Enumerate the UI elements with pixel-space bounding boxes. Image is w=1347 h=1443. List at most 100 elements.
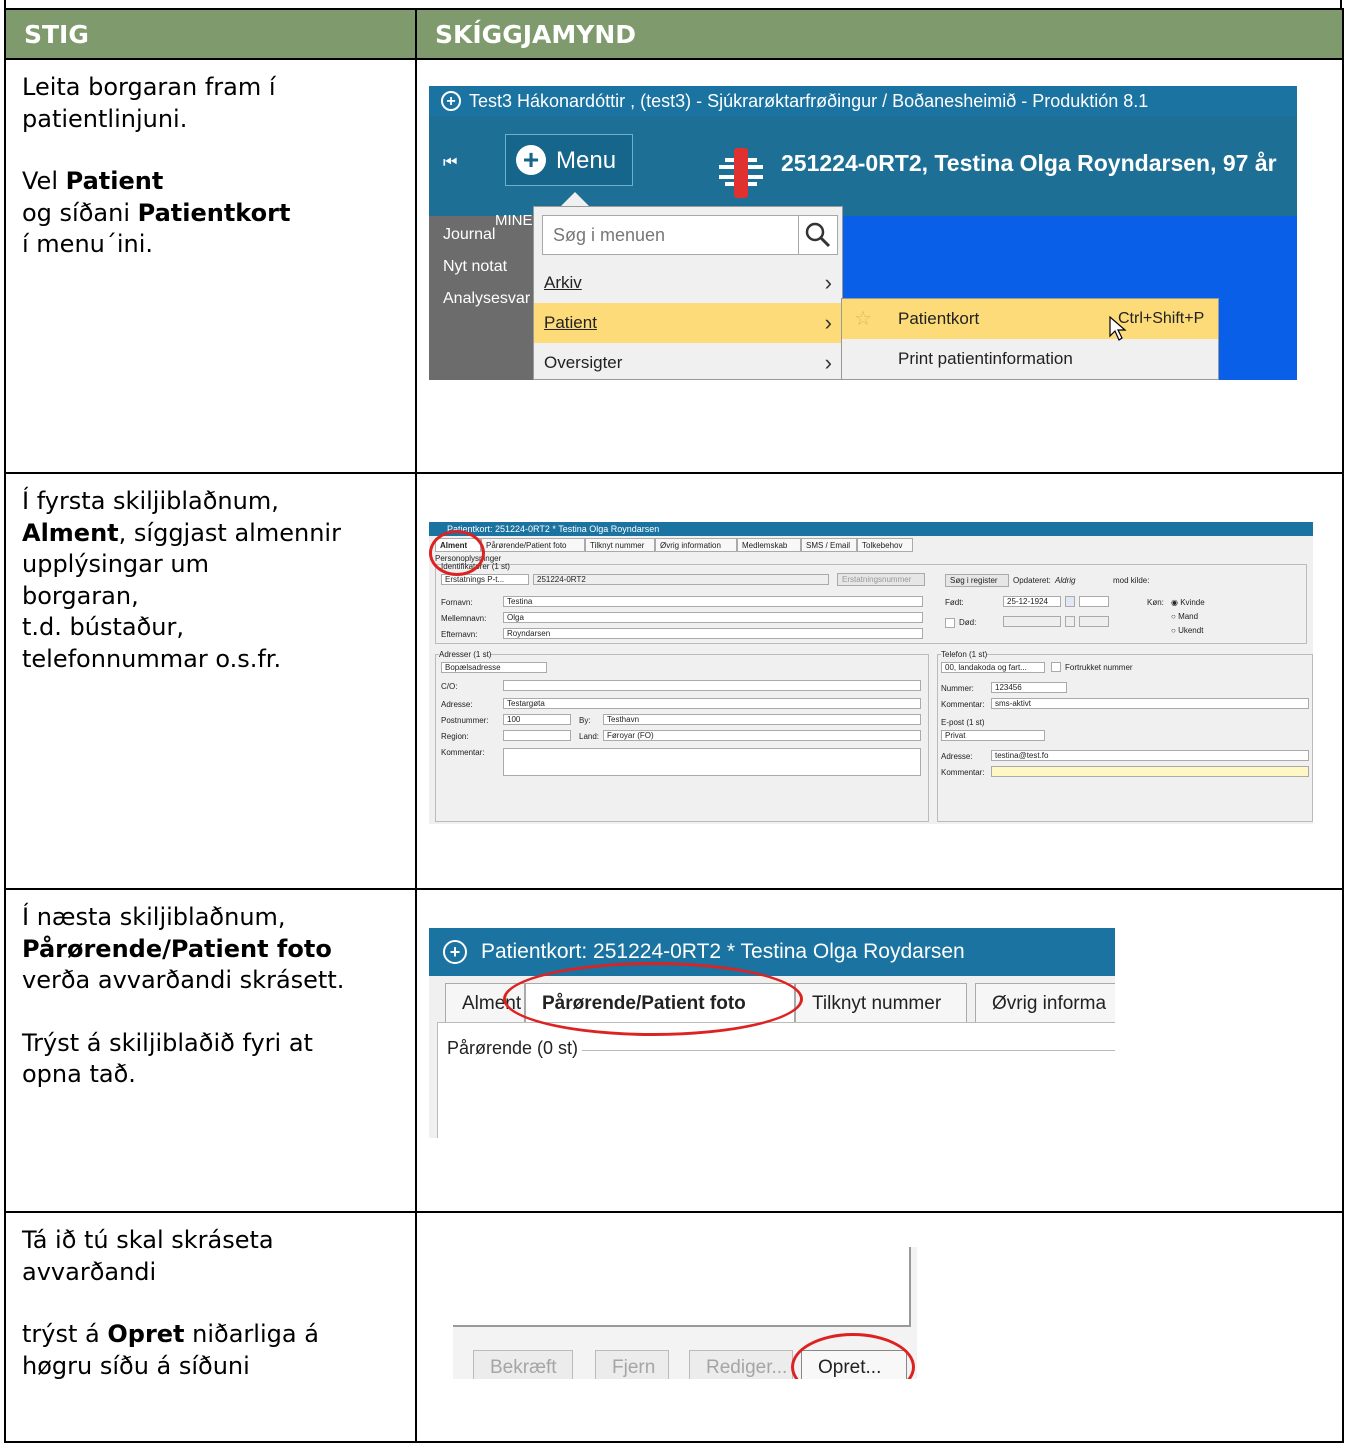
menu-button[interactable]: + Menu: [505, 134, 633, 186]
step-bold-text: Pårørende/Patient foto: [22, 934, 332, 963]
step-line: borgaran,: [22, 581, 401, 613]
highlight-circle: [503, 962, 803, 1036]
kon-radio-ukendt[interactable]: ○ Ukendt: [1171, 626, 1203, 635]
postnr-field[interactable]: 100: [503, 714, 571, 725]
step-line: Í næsta skiljiblaðnum,: [22, 902, 401, 934]
highlight-circle: [429, 530, 485, 576]
nummer-field[interactable]: 123456: [991, 682, 1067, 693]
section-telefon: Telefon (1 st): [941, 650, 988, 659]
step-line: Í fyrsta skiljiblaðnum,: [22, 486, 401, 518]
step-text: upplýsingar um: [22, 550, 209, 578]
fjern-button[interactable]: Fjern: [595, 1350, 669, 1379]
kommentar-field[interactable]: [503, 748, 921, 776]
menu-item-oversigter[interactable]: Oversigter ›: [534, 343, 842, 380]
mellemnavn-label: Mellemnavn:: [441, 614, 487, 623]
app-plus-icon: +: [441, 91, 461, 111]
mod-kilde-label: mod kilde:: [1113, 576, 1150, 585]
step-line: Tá ið tú skal skráseta: [22, 1225, 401, 1257]
menu-item-label: Arkiv: [544, 273, 582, 292]
kommentar-label: Kommentar:: [441, 748, 485, 757]
epost-kommentar-field[interactable]: [991, 766, 1309, 777]
header-skiggjamynd: SKÍGGJAMYND: [415, 8, 1344, 60]
epost-kommentar-label: Kommentar:: [941, 768, 985, 777]
skip-back-icon[interactable]: ⏮: [443, 154, 457, 172]
epost-type-select[interactable]: Privat: [941, 730, 1045, 741]
menu-label: Menu: [556, 147, 617, 174]
adr-type-select[interactable]: Bopælsadresse: [441, 662, 547, 673]
step-image-4: Bekræft Fjern Rediger... Opret...: [415, 1211, 1344, 1443]
tab-tilknyt[interactable]: Tilknyt nummer: [585, 538, 655, 552]
fornavn-field[interactable]: Testina: [503, 596, 923, 607]
tel-type-select[interactable]: 00, landakoda og fart...: [941, 662, 1045, 673]
side-item-journal[interactable]: Journal: [443, 226, 495, 244]
search-icon[interactable]: [798, 216, 837, 254]
epost-adresse-field[interactable]: testina@test.fo: [991, 750, 1309, 761]
section-adresser: Adresser (1 st): [439, 650, 492, 659]
app-plus-icon: +: [443, 940, 467, 964]
fodt-time-field[interactable]: [1079, 596, 1109, 607]
step-text-2: Í fyrsta skiljiblaðnum, Alment, síggjast …: [4, 472, 417, 890]
menu-search-input[interactable]: Søg i menuen: [542, 215, 838, 255]
step-line: opna tað.: [22, 1059, 401, 1091]
rediger-button[interactable]: Rediger...: [689, 1350, 793, 1379]
dod-checkbox[interactable]: [945, 618, 955, 628]
parorende-legend: Pårørende (0 st): [443, 1038, 583, 1059]
tab-tolkebehov[interactable]: Tolkebehov: [857, 538, 913, 552]
kon-radio-mand[interactable]: ○ Mand: [1171, 612, 1198, 621]
land-select[interactable]: Føroyar (FO): [603, 730, 921, 741]
step-text: telefonnummar o.s.fr.: [22, 644, 282, 673]
kon-radio-kvinde[interactable]: ◉ Kvinde: [1171, 598, 1205, 607]
tab-parorende[interactable]: Pårørende/Patient foto: [481, 538, 585, 552]
land-label: Land:: [579, 732, 600, 741]
screenshot-buttons: Bekræft Fjern Rediger... Opret...: [453, 1247, 917, 1379]
screenshot-alment: Patientkort: 251224-0RT2 * Testina Olga …: [429, 522, 1313, 824]
fortrukket-checkbox[interactable]: [1051, 662, 1061, 672]
step-text: Tá ið tú skal skráseta: [22, 1226, 274, 1254]
adresse-field[interactable]: Testargøta: [503, 698, 921, 709]
chevron-right-icon: ›: [824, 310, 832, 335]
step-line: verða avvarðandi skrásett.: [22, 965, 401, 997]
step-text: patientlinjuni.: [22, 104, 188, 133]
calendar-icon[interactable]: [1065, 596, 1075, 607]
step-line: Leita borgaran fram í: [22, 72, 401, 104]
tab-medlemskab[interactable]: Medlemskab: [737, 538, 801, 552]
side-item-nyt-notat[interactable]: Nyt notat: [443, 258, 507, 276]
co-field[interactable]: [503, 680, 921, 691]
step-line: upplýsingar um: [22, 549, 401, 581]
co-label: C/O:: [441, 682, 458, 691]
tel-kommentar-field[interactable]: sms-aktivt: [991, 698, 1309, 709]
side-item-analysesvar[interactable]: Analysesvar: [443, 290, 530, 308]
efternavn-label: Efternavn:: [441, 630, 478, 639]
fodt-field[interactable]: 25-12-1924: [1003, 596, 1061, 607]
step-line: í menu´ini.: [22, 229, 401, 261]
step-text: Leita borgaran fram í: [22, 73, 276, 101]
bekraeft-button[interactable]: Bekræft: [473, 1350, 573, 1379]
tab-ovrig[interactable]: Øvrig informa: [975, 983, 1115, 1023]
id-value-field: 251224-0RT2: [533, 574, 829, 585]
menu-item-arkiv[interactable]: Arkiv ›: [534, 263, 842, 303]
submenu-item-patientkort[interactable]: ☆ Patientkort Ctrl+Shift+P: [842, 299, 1218, 339]
step-line: trýst á Opret niðarliga á: [22, 1319, 401, 1351]
sog-register-button[interactable]: Søg i register: [945, 574, 1009, 587]
menu-item-label: Patient: [544, 313, 597, 332]
tab-sms-email[interactable]: SMS / Email: [801, 538, 857, 552]
step-line: og síðani Patientkort: [22, 198, 401, 230]
tab-tilknyt[interactable]: Tilknyt nummer: [795, 983, 967, 1023]
tab-ovrig[interactable]: Øvrig information: [655, 538, 737, 552]
region-field[interactable]: [503, 730, 571, 741]
step-line: avvarðandi: [22, 1257, 401, 1289]
efternavn-field[interactable]: Royndarsen: [503, 628, 923, 639]
star-icon[interactable]: ☆: [854, 299, 872, 339]
submenu-item-print[interactable]: Print patientinformation: [842, 339, 1218, 379]
step-text: Trýst á skiljiblaðið fyri at: [22, 1028, 313, 1057]
erstatningsnummer-button[interactable]: Erstatningsnummer: [837, 573, 925, 586]
dod-time-field: [1079, 616, 1109, 627]
mellemnavn-field[interactable]: Olga: [503, 612, 923, 623]
by-field[interactable]: Testhavn: [603, 714, 921, 725]
step-line: Trýst á skiljiblaðið fyri at: [22, 1028, 401, 1060]
step-text: høgru síðu á síðuni: [22, 1351, 250, 1380]
menu-item-patient[interactable]: Patient ›: [534, 303, 842, 343]
window-title: Test3 Hákonardóttir , (test3) - Sjúkrarø…: [429, 86, 1297, 116]
step-line: høgru síðu á síðuni: [22, 1351, 401, 1383]
